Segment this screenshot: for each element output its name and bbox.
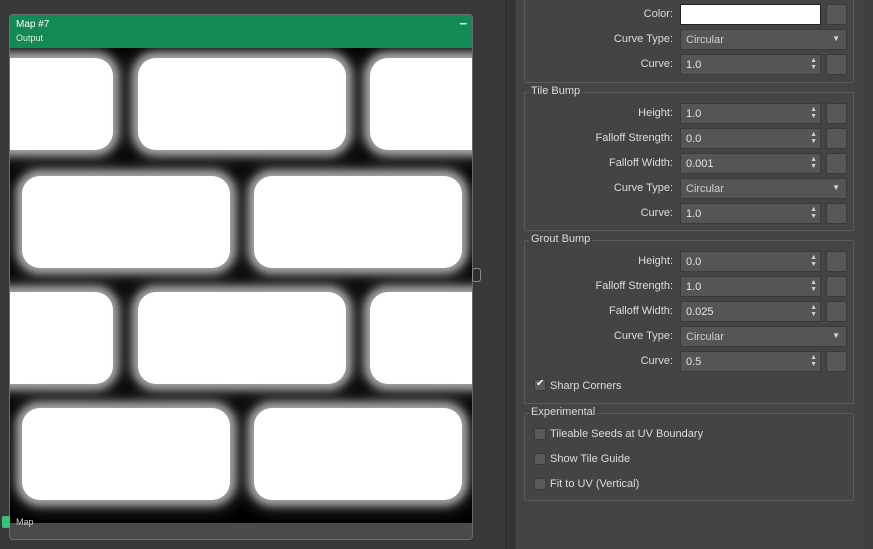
height-spinner[interactable]: 0.0 ▲ ▼ <box>680 251 821 272</box>
tile-bump-title: Tile Bump <box>529 85 583 97</box>
chevron-down-icon: ▼ <box>832 331 840 340</box>
spinner-arrows-icon[interactable]: ▲ ▼ <box>810 156 817 170</box>
curve-type-dropdown[interactable]: Circular ▼ <box>680 178 847 199</box>
spinner-arrows-icon[interactable]: ▲ ▼ <box>810 304 817 318</box>
preview-tile <box>10 292 113 384</box>
height-map-button[interactable] <box>826 251 847 272</box>
falloff-width-value: 0.001 <box>686 158 714 170</box>
spinner-arrows-icon[interactable]: ▲ ▼ <box>810 106 817 120</box>
falloff-strength-spinner[interactable]: 1.0 ▲ ▼ <box>680 276 821 297</box>
curve-type-value: Circular <box>686 34 724 46</box>
node-subtitle: Output <box>16 33 44 43</box>
curve-type-label: Curve Type: <box>613 330 673 342</box>
curve-type-label: Curve Type: <box>613 182 673 194</box>
falloff-width-label: Falloff Width: <box>609 305 673 317</box>
input-socket[interactable] <box>2 516 10 528</box>
tileable-seeds-checkbox[interactable] <box>534 428 546 440</box>
falloff-strength-value: 1.0 <box>686 281 702 293</box>
panel-scrollbar[interactable] <box>864 0 873 549</box>
curve-label: Curve: <box>640 58 673 70</box>
curve-map-button[interactable] <box>826 54 847 75</box>
show-tile-guide-label[interactable]: Show Tile Guide <box>550 453 630 465</box>
preview-tile <box>22 408 230 500</box>
spinner-arrows-icon[interactable]: ▲ ▼ <box>810 131 817 145</box>
curve-spinner[interactable]: 0.5 ▲ ▼ <box>680 351 821 372</box>
spinner-arrows-icon[interactable]: ▲ ▼ <box>810 254 817 268</box>
height-label: Height: <box>638 255 673 267</box>
splitter[interactable] <box>505 0 515 549</box>
falloff-width-value: 0.025 <box>686 306 714 318</box>
falloff-strength-map-button[interactable] <box>826 276 847 297</box>
curve-map-button[interactable] <box>826 351 847 372</box>
experimental-title: Experimental <box>529 406 598 418</box>
falloff-width-map-button[interactable] <box>826 301 847 322</box>
preview-tile <box>254 176 462 268</box>
preview-tile <box>254 408 462 500</box>
tileable-seeds-label[interactable]: Tileable Seeds at UV Boundary <box>550 428 703 440</box>
fit-to-uv-checkbox[interactable] <box>534 478 546 490</box>
curve-type-dropdown[interactable]: Circular ▼ <box>680 29 847 50</box>
collapse-icon[interactable]: − <box>459 16 467 31</box>
tile-preview-image <box>10 48 472 523</box>
color-swatch[interactable] <box>680 4 821 25</box>
experimental-group: Experimental Tileable Seeds at UV Bounda… <box>524 406 854 501</box>
falloff-strength-label: Falloff Strength: <box>595 280 673 292</box>
height-map-button[interactable] <box>826 103 847 124</box>
node-header[interactable]: Map #7 Output − <box>10 15 472 48</box>
color-label: Color: <box>643 8 673 20</box>
node-editor-canvas[interactable]: Map #7 Output − Map <box>0 0 505 549</box>
curve-map-button[interactable] <box>826 203 847 224</box>
height-value: 1.0 <box>686 108 702 120</box>
spinner-arrows-icon[interactable]: ▲ ▼ <box>810 57 817 71</box>
preview-tile <box>138 292 346 384</box>
curve-value: 0.5 <box>686 356 702 368</box>
preview-tile <box>370 58 472 150</box>
grout-bump-group: Grout Bump Height: 0.0 ▲ ▼ Falloff Streng… <box>524 233 854 404</box>
properties-panel: Color: Curve Type: Circular ▼ Curve: 1.0… <box>516 0 873 549</box>
map-node[interactable]: Map #7 Output − Map <box>9 14 473 540</box>
preview-tile <box>22 176 230 268</box>
preview-tile <box>370 292 472 384</box>
spinner-arrows-icon[interactable]: ▲ ▼ <box>810 279 817 293</box>
spinner-arrows-icon[interactable]: ▲ ▼ <box>810 206 817 220</box>
height-value: 0.0 <box>686 256 702 268</box>
tile-color-group: Color: Curve Type: Circular ▼ Curve: 1.0… <box>524 0 854 83</box>
node-title: Map #7 <box>16 19 50 30</box>
curve-label: Curve: <box>640 207 673 219</box>
curve-type-label: Curve Type: <box>613 33 673 45</box>
curve-spinner[interactable]: 1.0 ▲ ▼ <box>680 203 821 224</box>
tile-bump-group: Tile Bump Height: 1.0 ▲ ▼ Falloff Strengt… <box>524 85 854 231</box>
preview-tile <box>10 58 113 150</box>
output-socket[interactable] <box>472 268 481 282</box>
falloff-strength-spinner[interactable]: 0.0 ▲ ▼ <box>680 128 821 149</box>
spinner-arrows-icon[interactable]: ▲ ▼ <box>810 354 817 368</box>
show-tile-guide-checkbox[interactable] <box>534 453 546 465</box>
grout-bump-title: Grout Bump <box>529 233 593 245</box>
falloff-width-map-button[interactable] <box>826 153 847 174</box>
curve-spinner[interactable]: 1.0 ▲ ▼ <box>680 54 821 75</box>
falloff-strength-map-button[interactable] <box>826 128 847 149</box>
height-spinner[interactable]: 1.0 ▲ ▼ <box>680 103 821 124</box>
falloff-width-spinner[interactable]: 0.025 ▲ ▼ <box>680 301 821 322</box>
falloff-strength-value: 0.0 <box>686 133 702 145</box>
curve-type-value: Circular <box>686 331 724 343</box>
sharp-corners-checkbox[interactable] <box>534 378 546 391</box>
curve-value: 1.0 <box>686 208 702 220</box>
curve-type-value: Circular <box>686 183 724 195</box>
curve-value: 1.0 <box>686 59 702 71</box>
falloff-width-spinner[interactable]: 0.001 ▲ ▼ <box>680 153 821 174</box>
curve-label: Curve: <box>640 355 673 367</box>
curve-type-dropdown[interactable]: Circular ▼ <box>680 326 847 347</box>
height-label: Height: <box>638 107 673 119</box>
falloff-width-label: Falloff Width: <box>609 157 673 169</box>
fit-to-uv-label[interactable]: Fit to UV (Vertical) <box>550 478 639 490</box>
chevron-down-icon: ▼ <box>832 183 840 192</box>
preview-tile <box>138 58 346 150</box>
chevron-down-icon: ▼ <box>832 34 840 43</box>
falloff-strength-label: Falloff Strength: <box>595 132 673 144</box>
color-map-button[interactable] <box>826 4 847 25</box>
sharp-corners-label[interactable]: Sharp Corners <box>550 380 622 392</box>
node-input-label: Map <box>16 517 34 527</box>
